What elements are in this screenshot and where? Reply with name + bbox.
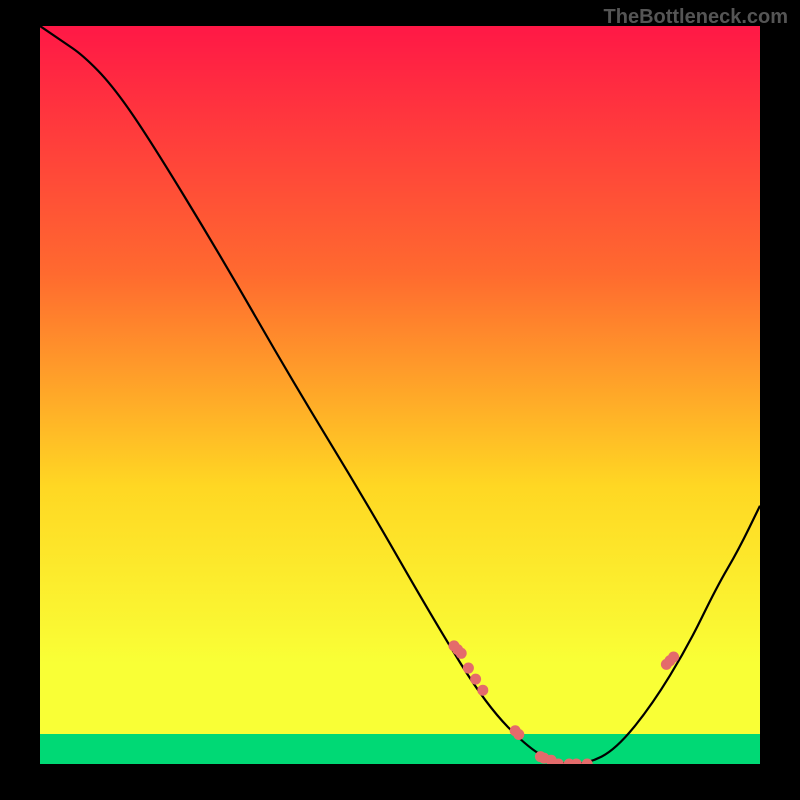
scatter-point (477, 685, 488, 696)
scatter-point (470, 674, 481, 685)
chart-background (40, 26, 760, 734)
scatter-point (456, 648, 467, 659)
chart-svg (40, 26, 760, 764)
chart-container (40, 26, 760, 764)
scatter-point (463, 663, 474, 674)
chart-bottom-band (40, 734, 760, 764)
scatter-point (513, 729, 524, 740)
scatter-point (668, 651, 679, 662)
